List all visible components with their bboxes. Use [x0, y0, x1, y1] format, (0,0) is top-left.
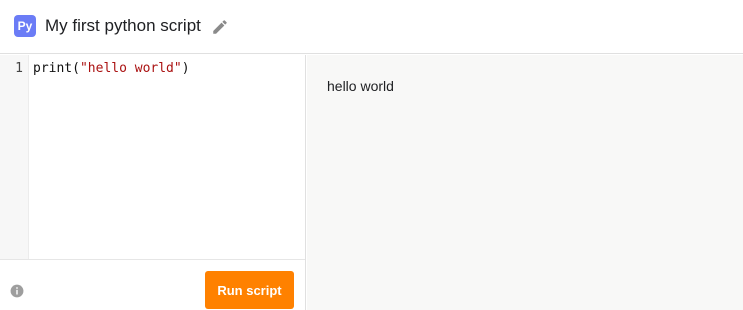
- editor-footer: Run script: [0, 259, 305, 310]
- output-text: hello world: [327, 78, 394, 94]
- run-script-button[interactable]: Run script: [205, 271, 294, 309]
- python-badge-icon: Py: [14, 15, 36, 37]
- code-close-paren: ): [181, 61, 190, 76]
- editor-pane: 1 print("hello world") Run script: [0, 55, 306, 310]
- header: Py My first python script: [0, 0, 743, 54]
- info-icon[interactable]: [10, 284, 24, 298]
- line-gutter: 1: [0, 55, 29, 259]
- line-number: 1: [15, 61, 23, 76]
- code-editor[interactable]: print("hello world"): [33, 61, 301, 256]
- code-string: "hello world": [79, 61, 182, 76]
- code-function: print(: [33, 61, 80, 76]
- script-title[interactable]: My first python script: [45, 15, 201, 37]
- pencil-icon[interactable]: [211, 18, 229, 36]
- output-pane: hello world: [307, 55, 743, 310]
